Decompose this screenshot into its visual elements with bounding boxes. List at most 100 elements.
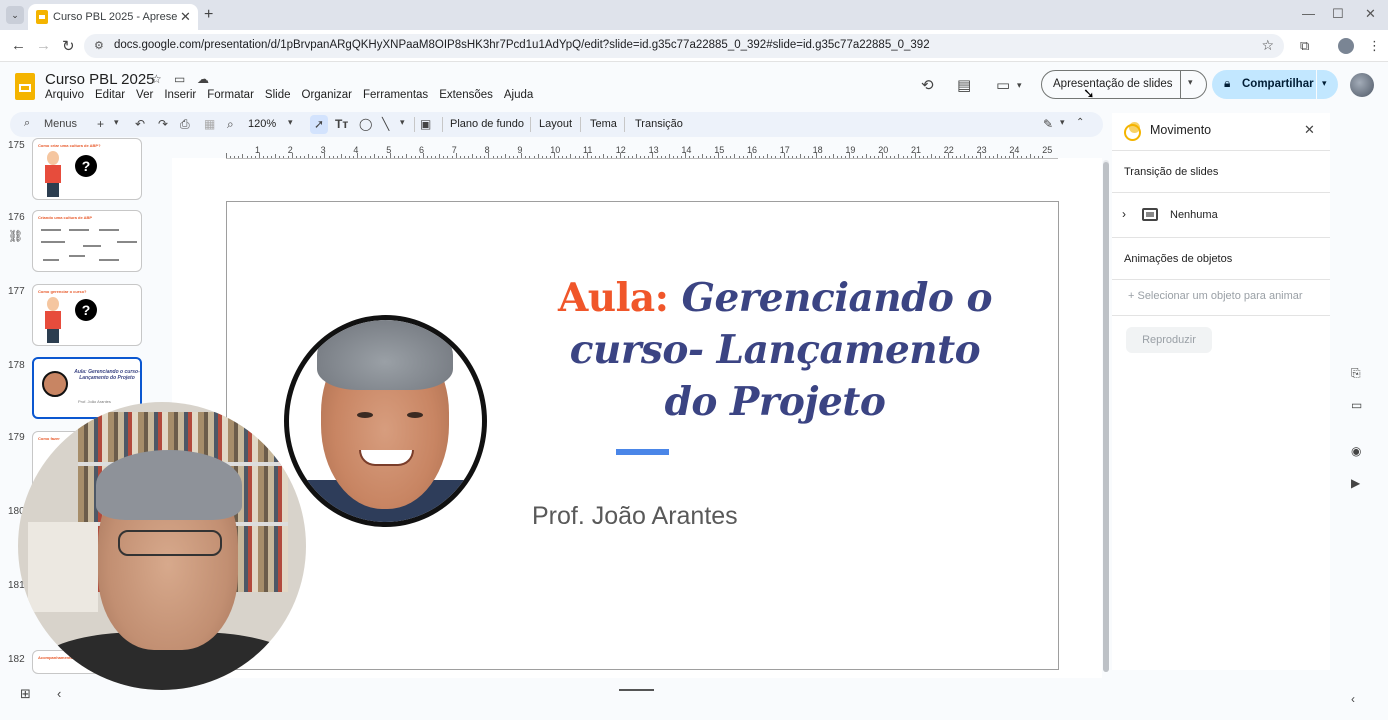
tab-close-icon[interactable]: ✕: [180, 9, 191, 25]
comments-icon[interactable]: ▤: [957, 76, 971, 94]
new-tab-button[interactable]: +: [204, 6, 213, 24]
ruler-label: 5: [386, 145, 392, 155]
shape-icon[interactable]: ◯: [359, 117, 372, 131]
undo-icon[interactable]: ↶: [135, 117, 145, 131]
menu-slide[interactable]: Slide: [265, 89, 291, 101]
minimize-button[interactable]: —: [1302, 6, 1315, 21]
tab-list-chevron-icon[interactable]: ⌄: [6, 6, 24, 24]
bookmark-star-icon[interactable]: ☆: [1261, 37, 1274, 54]
browser-tab[interactable]: Curso PBL 2025 - Apresentaçõ ✕: [28, 4, 198, 30]
menu-search[interactable]: ⌕ Menus: [16, 114, 90, 135]
ruler-tick: [275, 154, 277, 158]
menu-view[interactable]: Ver: [136, 89, 153, 101]
panel-divider: [1112, 315, 1330, 316]
speaker-notes-handle[interactable]: [619, 689, 654, 691]
star-icon[interactable]: ☆: [151, 72, 162, 86]
close-window-button[interactable]: ✕: [1365, 6, 1376, 22]
site-info-icon[interactable]: ⚙: [94, 39, 104, 52]
pen-dropdown-icon[interactable]: ▾: [1060, 117, 1065, 128]
meet-icon[interactable]: ▶: [1351, 476, 1360, 490]
meet-dropdown-icon[interactable]: ▾: [1017, 80, 1022, 91]
menu-edit[interactable]: Editar: [95, 89, 125, 101]
text-box-icon[interactable]: Tт: [335, 117, 348, 131]
ruler-tick: [964, 154, 965, 158]
share-dropdown-icon[interactable]: ▾: [1322, 78, 1327, 89]
cloud-saved-icon[interactable]: ☁: [197, 72, 209, 86]
menu-help[interactable]: Ajuda: [504, 89, 533, 101]
slideshow-button[interactable]: Apresentação de slides ▾: [1041, 70, 1207, 99]
ruler-tick: [951, 156, 953, 158]
add-animation-button[interactable]: + Selecionar um objeto para animar: [1128, 290, 1303, 302]
ruler-tick: [230, 156, 232, 158]
forward-arrow-icon[interactable]: →: [36, 37, 51, 54]
grid-view-icon[interactable]: ⊞: [20, 686, 31, 702]
maximize-button[interactable]: ☐: [1332, 6, 1344, 22]
print-icon[interactable]: ⎙: [180, 117, 190, 132]
keep-icon[interactable]: ⎘: [1351, 366, 1361, 381]
move-folder-icon[interactable]: ▭: [174, 72, 185, 86]
ruler-tick: [931, 154, 933, 158]
folder-icon[interactable]: ▭: [1351, 398, 1362, 412]
collapse-toolbar-icon[interactable]: ⌃: [1076, 117, 1084, 128]
scrollbar-thumb[interactable]: [1103, 162, 1109, 672]
menu-format[interactable]: Formatar: [207, 89, 254, 101]
menu-insert[interactable]: Inserir: [164, 89, 196, 101]
background-button[interactable]: Plano de fundo: [450, 118, 524, 130]
slideshow-dropdown-icon[interactable]: ▾: [1188, 77, 1193, 88]
transition-button[interactable]: Transição: [635, 118, 683, 130]
canvas-scrollbar[interactable]: [1103, 160, 1109, 672]
url-text: docs.google.com/presentation/d/1pBrvpanA…: [114, 39, 930, 51]
slide-thumbnail[interactable]: Criando uma cultura de ABP: [32, 210, 142, 272]
share-button[interactable]: 🔒︎ Compartilhar ▾: [1212, 70, 1338, 99]
slide-thumbnail[interactable]: Como gerenciar o curso? ?: [32, 284, 142, 346]
ruler-tick: [820, 156, 822, 158]
add-comment-icon[interactable]: ▣: [420, 117, 431, 131]
chevron-right-icon[interactable]: ›: [1122, 207, 1126, 221]
ruler-tick: [226, 153, 227, 158]
back-arrow-icon[interactable]: ←: [11, 37, 26, 54]
pen-tool-icon[interactable]: ✎: [1043, 117, 1053, 131]
account-avatar[interactable]: [1350, 73, 1374, 97]
linked-slide-icon: ⛓: [8, 229, 24, 243]
layout-button[interactable]: Layout: [539, 118, 572, 130]
paint-format-icon[interactable]: ▦: [204, 117, 215, 131]
browser-profile-avatar[interactable]: [1338, 38, 1354, 54]
record-icon[interactable]: ◉: [1351, 444, 1361, 458]
title-divider-bar[interactable]: [616, 449, 669, 455]
menu-tools[interactable]: Ferramentas: [363, 89, 428, 101]
redo-icon[interactable]: ↷: [158, 117, 168, 131]
document-title[interactable]: Curso PBL 2025: [45, 71, 155, 88]
zoom-dropdown-icon[interactable]: ▾: [288, 117, 293, 128]
url-field[interactable]: ⚙ docs.google.com/presentation/d/1pBrvpa…: [84, 34, 1284, 58]
extensions-icon[interactable]: ⧉: [1300, 38, 1309, 54]
browser-menu-icon[interactable]: ⋮: [1368, 38, 1381, 54]
new-slide-icon[interactable]: +: [97, 117, 104, 131]
expand-rail-icon[interactable]: ‹: [1351, 692, 1355, 706]
browser-tab-bar: ⌄ Curso PBL 2025 - Apresentaçõ ✕ + — ☐ ✕: [0, 0, 1388, 30]
menu-file[interactable]: Arquivo: [45, 89, 84, 101]
zoom-level[interactable]: 120%: [248, 118, 276, 130]
menu-arrange[interactable]: Organizar: [302, 89, 353, 101]
slides-logo-icon[interactable]: [15, 73, 35, 100]
slide-title[interactable]: Aula: Gerenciando o curso- Lançamento do…: [530, 272, 1020, 428]
slide-thumbnail[interactable]: Como criar uma cultura de ABP? ?: [32, 138, 142, 200]
ruler-tick: [832, 154, 834, 158]
play-button[interactable]: Reproduzir: [1126, 327, 1212, 353]
reload-icon[interactable]: ↻: [62, 37, 75, 55]
line-dropdown-icon[interactable]: ▾: [400, 117, 405, 128]
zoom-icon[interactable]: ⌕: [227, 117, 234, 132]
version-history-icon[interactable]: ⟲: [921, 76, 934, 94]
ruler-tick: [1033, 156, 1035, 158]
presenter-photo[interactable]: [284, 315, 487, 527]
menu-extensions[interactable]: Extensões: [439, 89, 493, 101]
new-slide-dropdown-icon[interactable]: ▾: [114, 117, 119, 128]
select-cursor-icon[interactable]: ➚: [314, 117, 324, 131]
transition-value[interactable]: Nenhuma: [1170, 209, 1218, 221]
line-icon[interactable]: ╲: [382, 117, 389, 131]
horizontal-ruler[interactable]: 1 2 3 4 5 6 7 8 9 10 11 12 13 14 15 16 17 18 19 20 21 22 23 24 2…: [226, 145, 1058, 159]
slide-number: 182: [8, 654, 25, 665]
close-icon[interactable]: ✕: [1304, 122, 1315, 138]
meet-camera-icon[interactable]: ▭: [996, 76, 1010, 94]
slide-subtitle[interactable]: Prof. João Arantes: [532, 502, 738, 531]
theme-button[interactable]: Tema: [590, 118, 617, 130]
